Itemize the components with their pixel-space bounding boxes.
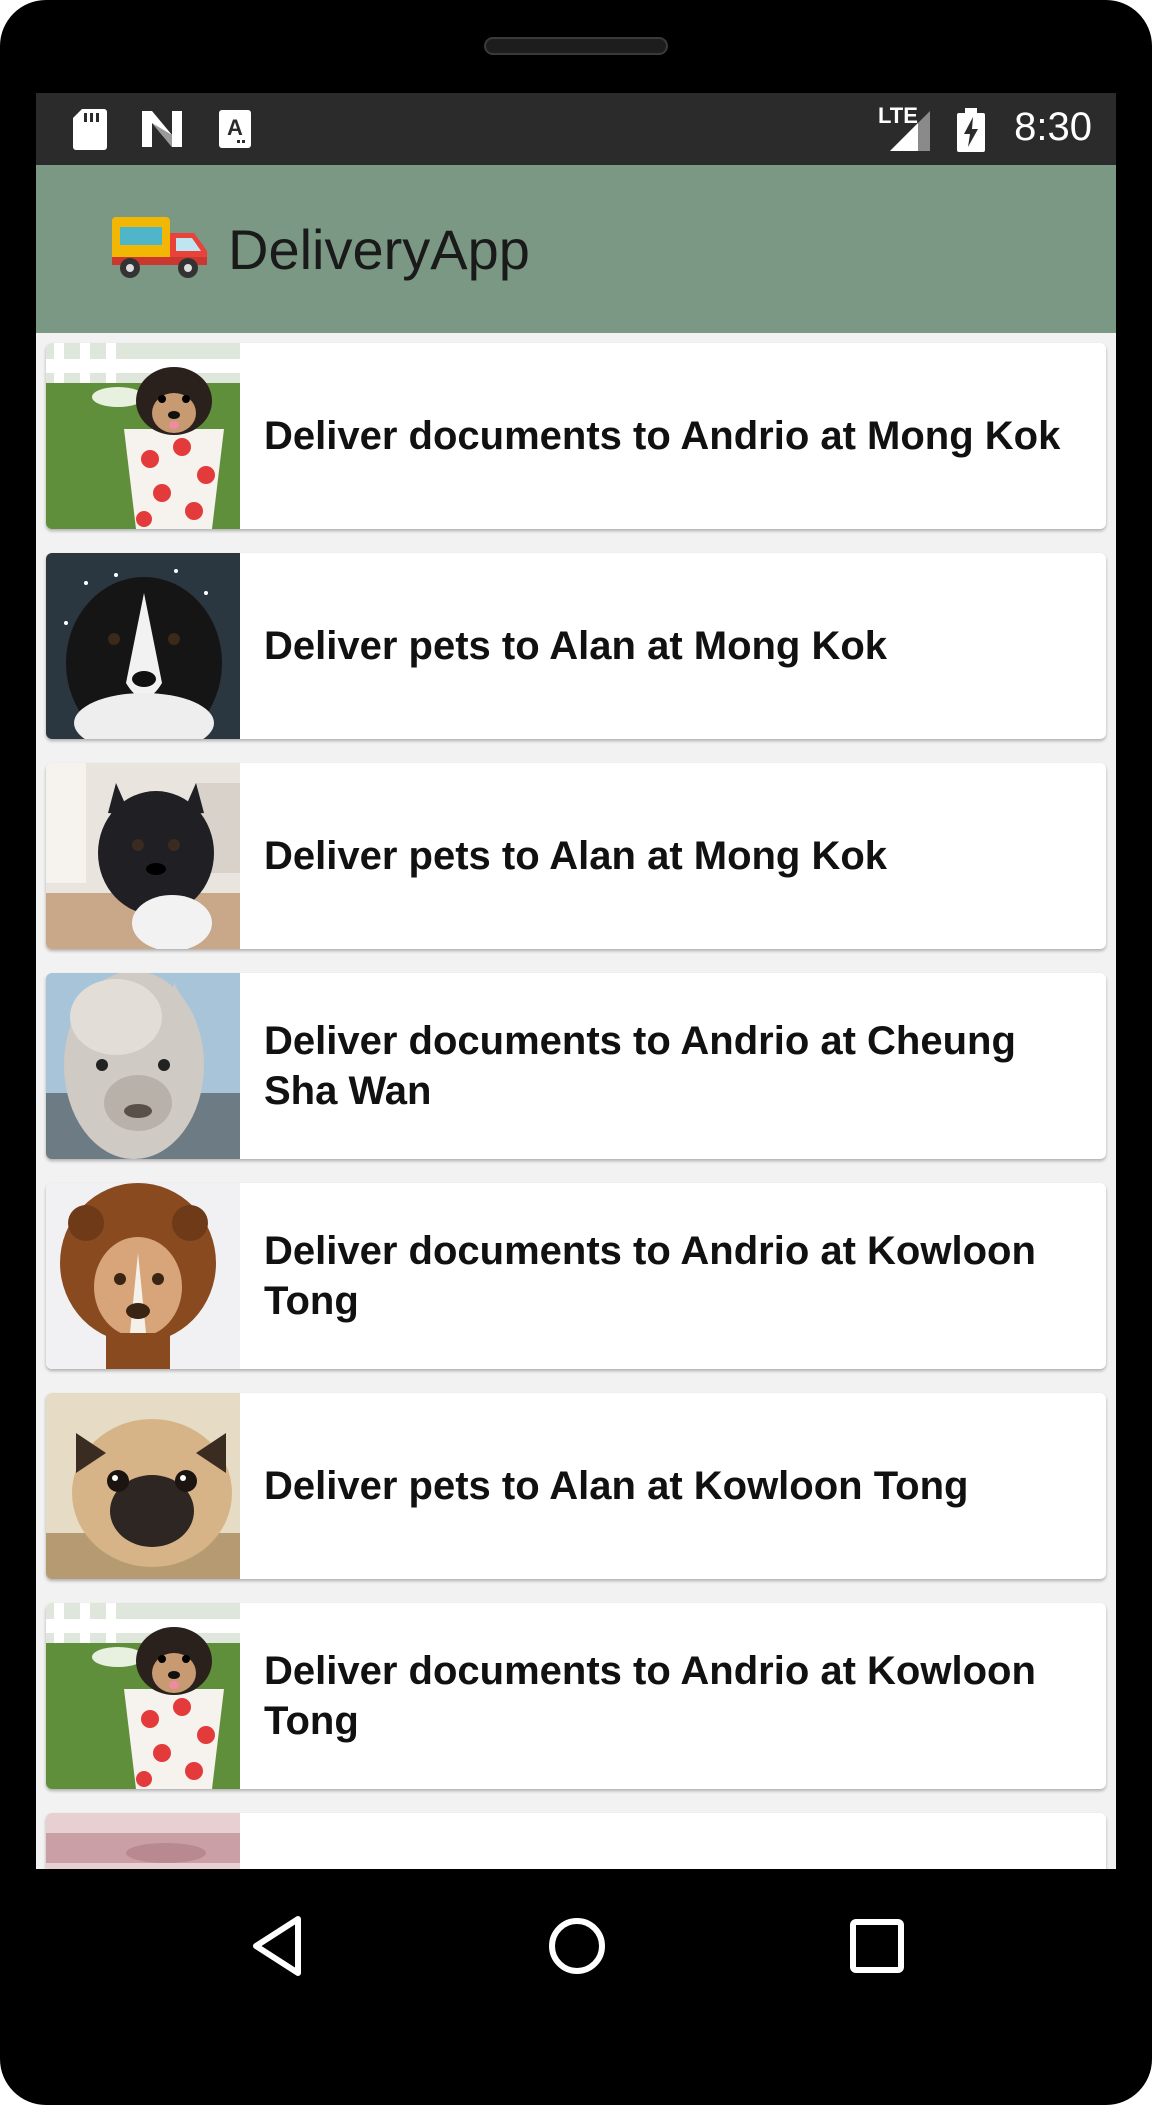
delivery-list[interactable]: Deliver documents to Andrio at Mong Kok … (36, 333, 1116, 1869)
delivery-text: Deliver pets to Alan at Kowloon Tong (264, 1464, 969, 1508)
delivery-text: Deliver pets to Alan at Mong Kok (264, 834, 888, 878)
delivery-thumbnail (46, 553, 240, 739)
lte-signal-icon (890, 111, 930, 151)
recents-icon[interactable] (848, 1917, 906, 1975)
delivery-item[interactable]: Deliver documents to Andrio at Kowloon T… (46, 1183, 1106, 1369)
home-icon[interactable] (544, 1913, 610, 1979)
delivery-text: Deliver pets to Alan at Mong Kok (264, 624, 888, 668)
delivery-truck-icon (112, 217, 207, 278)
sd-card-icon (73, 109, 107, 150)
app-title: DeliveryApp (228, 218, 530, 281)
delivery-item[interactable]: Deliver documents to Andrio at Cheung Sh… (46, 973, 1106, 1159)
n-logo-icon (142, 111, 182, 147)
delivery-thumbnail (46, 763, 240, 949)
phone-speaker (484, 37, 668, 55)
delivery-text: Deliver documents to Andrio at Cheung Sh… (264, 1019, 1016, 1113)
delivery-item[interactable]: Deliver pets to Alan at Mong Kok (46, 763, 1106, 949)
delivery-item-partial[interactable] (46, 1813, 1106, 1869)
delivery-thumbnail (46, 1813, 240, 1869)
delivery-text: Deliver documents to Andrio at Mong Kok (264, 414, 1061, 458)
status-bar: A LTE 8:30 (36, 93, 1116, 165)
delivery-item[interactable]: Deliver pets to Alan at Mong Kok (46, 553, 1106, 739)
navigation-bar (0, 1869, 1152, 2049)
screen: A LTE 8:30 DeliveryApp Deliver documents… (36, 93, 1116, 1869)
status-time: 8:30 (1014, 105, 1092, 149)
delivery-thumbnail (46, 1393, 240, 1579)
delivery-thumbnail (46, 1603, 240, 1789)
app-bar: DeliveryApp (36, 165, 1116, 333)
battery-charging-icon (957, 108, 985, 152)
delivery-item[interactable]: Deliver pets to Alan at Kowloon Tong (46, 1393, 1106, 1579)
delivery-item[interactable]: Deliver documents to Andrio at Kowloon T… (46, 1603, 1106, 1789)
delivery-item[interactable]: Deliver documents to Andrio at Mong Kok (46, 343, 1106, 529)
delivery-text: Deliver documents to Andrio at Kowloon T… (264, 1229, 1036, 1323)
delivery-thumbnail (46, 1183, 240, 1369)
keyboard-a-icon: A (219, 110, 251, 148)
svg-text:A: A (227, 115, 243, 140)
delivery-thumbnail (46, 973, 240, 1159)
back-icon[interactable] (246, 1913, 308, 1979)
delivery-thumbnail (46, 343, 240, 529)
delivery-text: Deliver documents to Andrio at Kowloon T… (264, 1649, 1036, 1743)
phone-frame: A LTE 8:30 DeliveryApp Deliver documents… (0, 0, 1152, 2105)
